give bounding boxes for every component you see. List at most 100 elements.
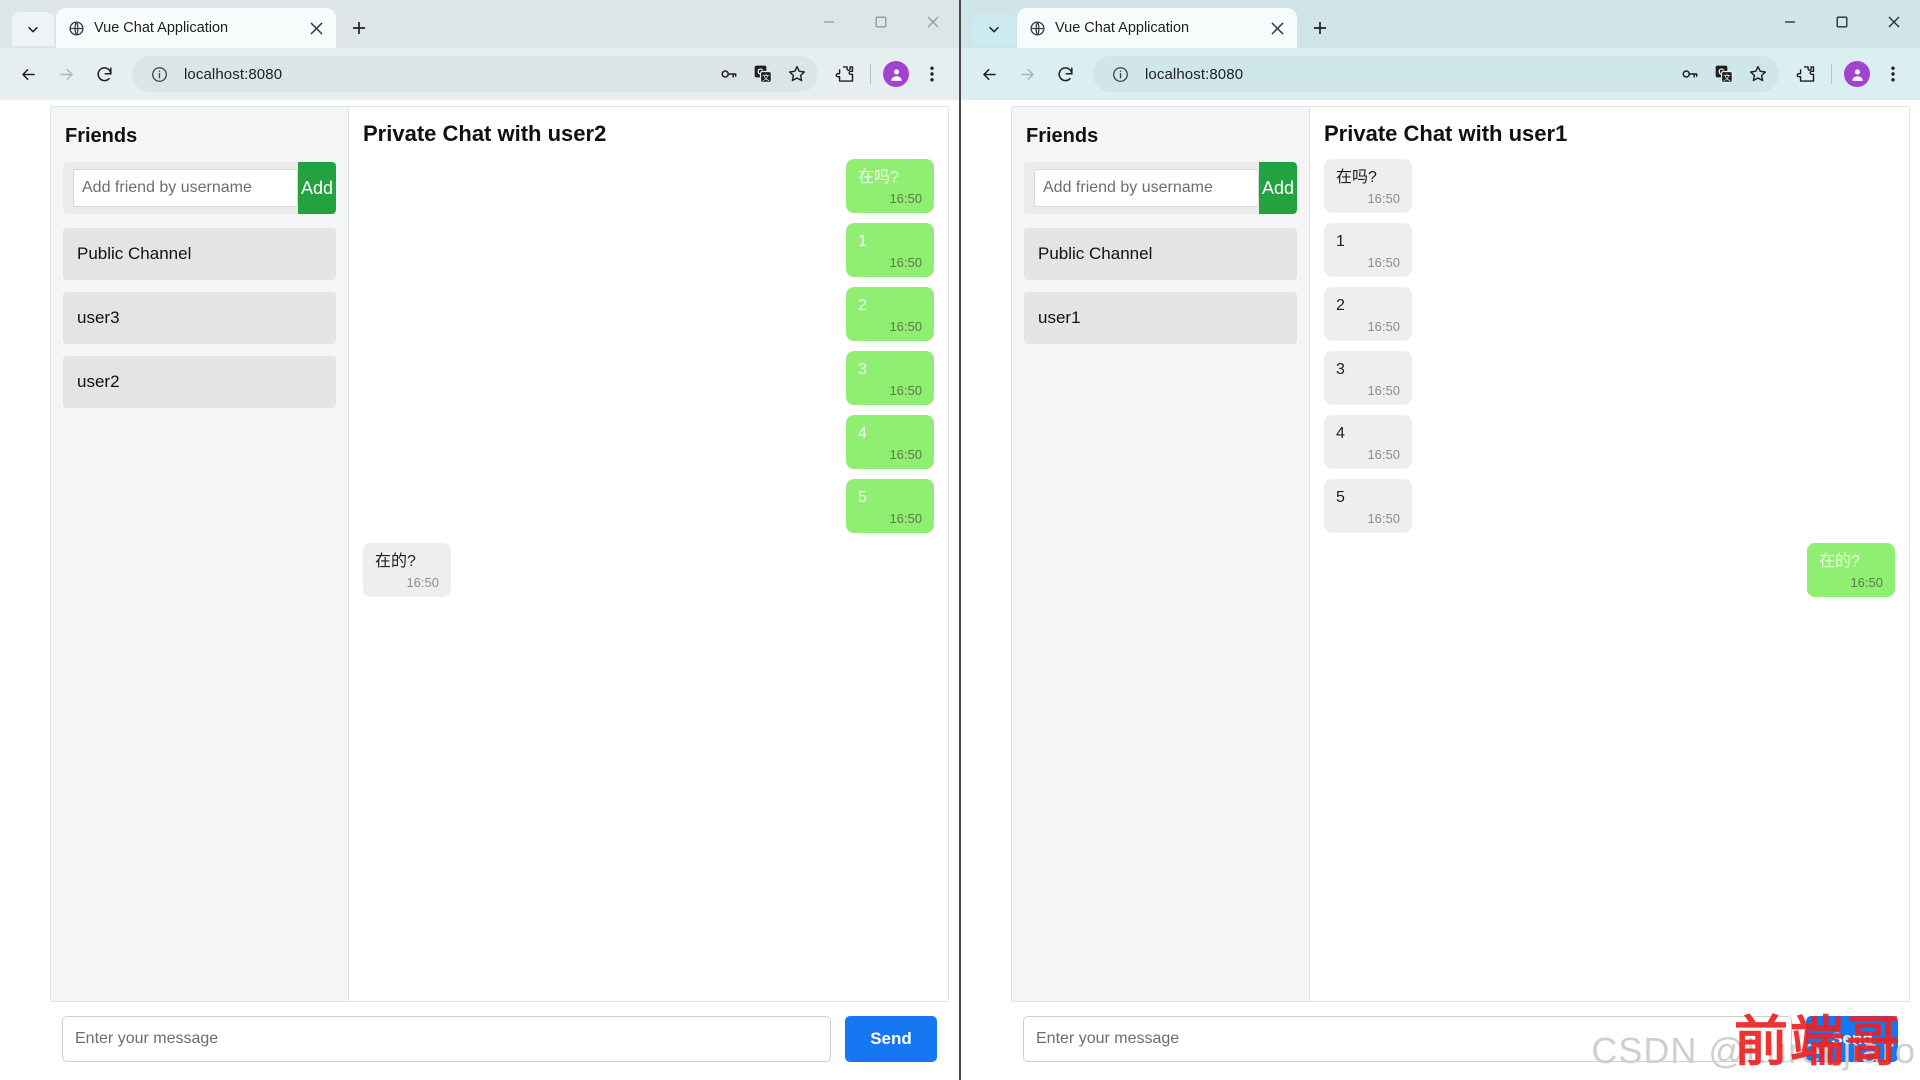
message-time: 16:50	[889, 191, 922, 206]
back-arrow-icon[interactable]	[10, 56, 46, 92]
message-text: 2	[1336, 297, 1345, 314]
message-bubble: 在的? 16:50	[363, 543, 451, 597]
address-bar[interactable]: localhost:8080 G 文	[132, 56, 818, 92]
watermark-red-text: 前端哥	[1734, 1012, 1902, 1072]
message-bubble: 4 16:50	[1324, 415, 1412, 469]
message-text: 在吗?	[858, 169, 899, 186]
puzzle-piece-icon[interactable]	[828, 57, 862, 91]
toolbar-right	[1789, 57, 1910, 91]
message-bubble: 在的? 16:50	[1807, 543, 1895, 597]
tab-strip: Vue Chat Application	[961, 0, 1920, 48]
translate-icon[interactable]: G文	[748, 59, 778, 89]
message-time: 16:50	[406, 575, 439, 590]
svg-text:文: 文	[1723, 72, 1731, 82]
message-input[interactable]	[62, 1016, 831, 1062]
toolbar-divider	[1831, 64, 1832, 84]
back-arrow-icon[interactable]	[971, 56, 1007, 92]
message-bubble: 在吗? 16:50	[1324, 159, 1412, 213]
message-row: 4 16:50	[1324, 415, 1895, 469]
globe-icon	[1029, 20, 1046, 37]
message-list[interactable]: 在吗? 16:50 1 16:50 2 16:50 3 16:50 4 16:50 5 16:50 在的…	[1310, 157, 1909, 1001]
key-icon[interactable]	[1675, 59, 1705, 89]
close-icon[interactable]	[1868, 0, 1920, 44]
message-bubble: 4 16:50	[846, 415, 934, 469]
tab-title: Vue Chat Application	[94, 20, 229, 36]
friend-item-label: user1	[1038, 308, 1081, 327]
three-dots-icon[interactable]	[915, 57, 949, 91]
maximize-icon[interactable]	[1816, 0, 1868, 44]
friend-list-item[interactable]: Public Channel	[63, 228, 336, 280]
friend-list-item[interactable]: user3	[63, 292, 336, 344]
message-time: 16:50	[889, 255, 922, 270]
message-time: 16:50	[889, 511, 922, 526]
address-bar[interactable]: localhost:8080 G 文	[1093, 56, 1779, 92]
toolbar-divider	[870, 64, 871, 84]
message-text: 在的?	[1819, 553, 1860, 570]
new-tab-button[interactable]	[342, 11, 376, 45]
info-circle-icon[interactable]	[144, 59, 174, 89]
friend-list-item[interactable]: Public Channel	[1024, 228, 1297, 280]
maximize-icon[interactable]	[855, 0, 907, 44]
friends-heading: Friends	[65, 125, 138, 147]
message-composer: Send	[50, 1002, 949, 1072]
minimize-icon[interactable]	[1764, 0, 1816, 44]
close-icon[interactable]	[1265, 16, 1289, 40]
reload-icon[interactable]	[1047, 56, 1083, 92]
new-tab-button[interactable]	[1303, 11, 1337, 45]
message-bubble: 在吗? 16:50	[846, 159, 934, 213]
message-text: 5	[858, 489, 867, 506]
profile-avatar[interactable]	[1840, 57, 1874, 91]
message-time: 16:50	[1367, 447, 1400, 462]
address-bar-url: localhost:8080	[184, 65, 283, 83]
message-row: 在吗? 16:50	[1324, 159, 1895, 213]
add-friend-input[interactable]	[73, 169, 298, 207]
message-row: 5 16:50	[1324, 479, 1895, 533]
globe-icon	[68, 20, 85, 37]
chat-app: Friends Add Public Channel user3 user2 Privat…	[0, 106, 959, 1080]
friend-item-label: Public Channel	[1038, 244, 1153, 263]
browser-tab[interactable]: Vue Chat Application	[56, 8, 336, 48]
puzzle-piece-icon[interactable]	[1789, 57, 1823, 91]
tab-strip: Vue Chat Application	[0, 0, 959, 48]
reload-icon[interactable]	[86, 56, 122, 92]
three-dots-icon[interactable]	[1876, 57, 1910, 91]
add-friend-input[interactable]	[1034, 169, 1259, 207]
friend-list-item[interactable]: user2	[63, 356, 336, 408]
tab-search-button[interactable]	[973, 12, 1015, 46]
friend-list-item[interactable]: user1	[1024, 292, 1297, 344]
message-time: 16:50	[1367, 255, 1400, 270]
close-icon[interactable]	[907, 0, 959, 44]
tab-search-button[interactable]	[12, 12, 54, 46]
info-circle-icon[interactable]	[1105, 59, 1135, 89]
message-text: 1	[1336, 233, 1345, 250]
message-row: 5 16:50	[363, 479, 934, 533]
friends-sidebar: Friends Add Public Channel user1	[1012, 107, 1310, 1001]
key-icon[interactable]	[714, 59, 744, 89]
message-list[interactable]: 在吗? 16:50 1 16:50 2 16:50 3 16:50 4 16:50 5 16:50 在的…	[349, 157, 948, 1001]
browser-tab[interactable]: Vue Chat Application	[1017, 8, 1297, 48]
address-bar-url: localhost:8080	[1145, 65, 1244, 83]
close-icon[interactable]	[304, 16, 328, 40]
chat-title: Private Chat with user1	[1324, 121, 1568, 146]
profile-avatar[interactable]	[879, 57, 913, 91]
star-icon[interactable]	[1743, 59, 1773, 89]
message-bubble: 5 16:50	[1324, 479, 1412, 533]
message-row: 4 16:50	[363, 415, 934, 469]
message-time: 16:50	[889, 447, 922, 462]
add-friend-button[interactable]: Add	[298, 162, 336, 214]
message-row: 在的? 16:50	[1324, 543, 1895, 597]
message-row: 2 16:50	[1324, 287, 1895, 341]
star-icon[interactable]	[782, 59, 812, 89]
message-input[interactable]	[1023, 1016, 1792, 1062]
add-friend-input-wrap	[63, 162, 298, 214]
page-viewport: Friends Add Public Channel user3 user2 Privat…	[0, 100, 959, 1080]
message-time: 16:50	[889, 319, 922, 334]
message-time: 16:50	[1367, 191, 1400, 206]
browser-window-right: Vue Chat Application localhost:8080 G 文 Frie…	[961, 0, 1920, 1080]
send-button[interactable]: Send	[845, 1016, 937, 1062]
minimize-icon[interactable]	[803, 0, 855, 44]
add-friend-button[interactable]: Add	[1259, 162, 1297, 214]
translate-icon[interactable]: G文	[1709, 59, 1739, 89]
add-friend-input-wrap	[1024, 162, 1259, 214]
message-bubble: 3 16:50	[1324, 351, 1412, 405]
